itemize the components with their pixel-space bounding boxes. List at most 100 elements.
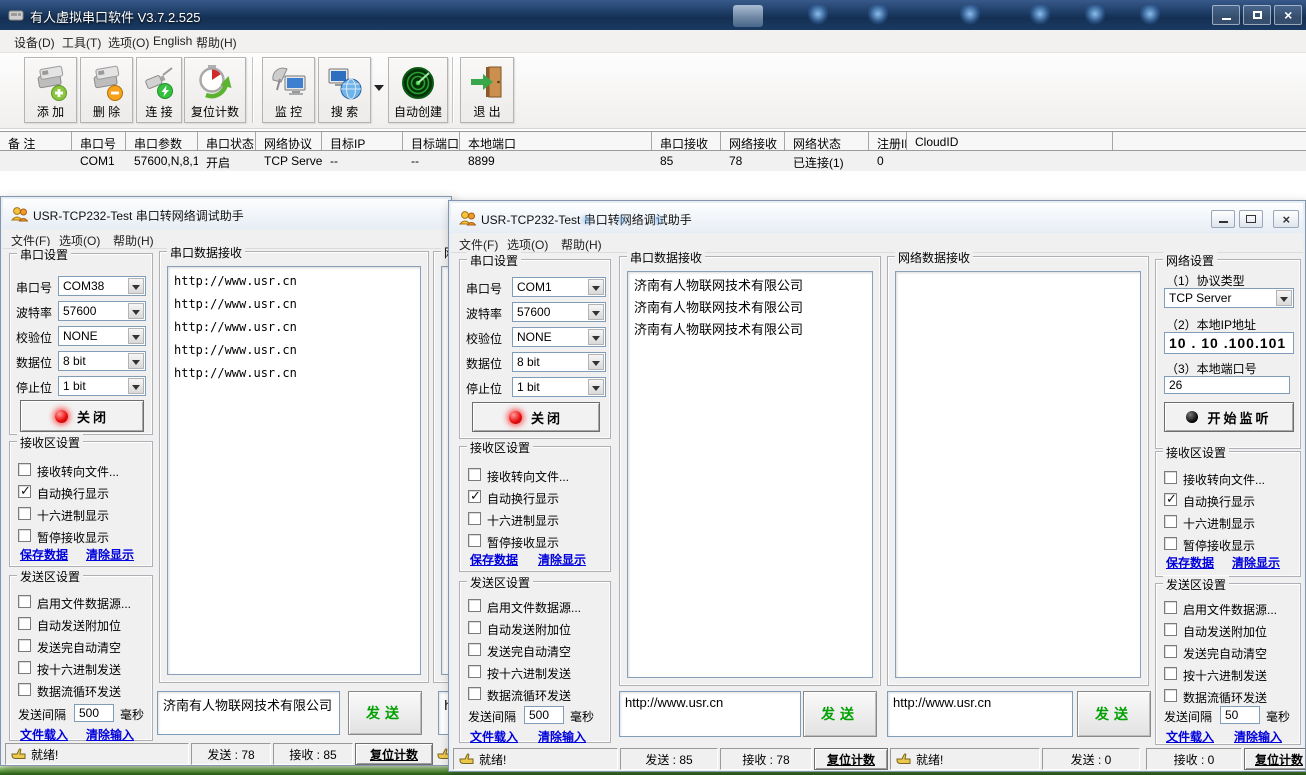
menu-options[interactable]: 选项(O)	[507, 236, 548, 253]
minimize-button[interactable]	[1211, 210, 1235, 228]
option-file-data-source[interactable]: 启用文件数据源...	[460, 598, 610, 614]
menu-options[interactable]: 选项(O)	[108, 34, 149, 51]
option-receive-to-file[interactable]: 接收转向文件...	[10, 462, 152, 478]
toolbar-search-button[interactable]: 搜 索	[318, 57, 371, 123]
serial-receive-area[interactable]: http://www.usr.cn http://www.usr.cn http…	[167, 266, 421, 675]
minimize-button[interactable]	[1212, 5, 1240, 25]
col-serial-rx[interactable]: 串口接收	[652, 132, 721, 150]
chevron-down-icon[interactable]	[128, 328, 144, 344]
toolbar-add-button[interactable]: 添 加	[24, 57, 77, 123]
com-port-select[interactable]: COM38	[58, 276, 146, 296]
chevron-down-icon[interactable]	[588, 329, 604, 345]
option-hex-display[interactable]: 十六进制显示	[460, 511, 610, 527]
toolbar-monitor-button[interactable]: 监 控	[262, 57, 315, 123]
parity-select[interactable]: NONE	[512, 327, 606, 347]
serial-send-input[interactable]: http://www.usr.cn	[619, 691, 801, 737]
chevron-down-icon[interactable]	[128, 303, 144, 319]
toolbar-reset-count-button[interactable]: 复位计数	[184, 57, 246, 123]
col-protocol[interactable]: 网络协议	[256, 132, 322, 150]
option-loop-send[interactable]: 数据流循环发送	[460, 686, 610, 702]
search-dropdown-arrow[interactable]	[374, 85, 384, 91]
close-button[interactable]: ×	[1273, 210, 1299, 228]
window-titlebar[interactable]: USR-TCP232-Test 串口转网络调试助手	[3, 199, 449, 229]
menu-help[interactable]: 帮助(H)	[561, 236, 602, 253]
send-interval-input[interactable]: 500	[524, 706, 564, 724]
clear-input-link[interactable]: 清除输入	[86, 726, 134, 743]
clear-input-link[interactable]: 清除输入	[538, 728, 586, 745]
chevron-down-icon[interactable]	[1276, 290, 1292, 306]
serial-send-input[interactable]: 济南有人物联网技术有限公司	[157, 691, 340, 735]
menu-tools[interactable]: 工具(T)	[62, 34, 101, 51]
start-listen-button[interactable]: 开始监听	[1164, 402, 1294, 432]
menu-help[interactable]: 帮助(H)	[196, 34, 237, 51]
load-file-link[interactable]: 文件载入	[20, 726, 68, 743]
restore-button[interactable]	[1239, 210, 1263, 228]
local-ip-input[interactable]: 10 . 10 .100.101	[1164, 332, 1294, 354]
col-params[interactable]: 串口参数	[126, 132, 198, 150]
app-titlebar[interactable]: 有人虚拟串口软件 V3.7.2.525 ×	[0, 0, 1306, 30]
serial-send-button[interactable]: 发送	[348, 691, 422, 735]
close-button[interactable]: ×	[1274, 5, 1302, 25]
option-auto-wrap[interactable]: 自动换行显示	[1156, 492, 1300, 508]
option-clear-after-send[interactable]: 发送完自动清空	[1156, 644, 1300, 660]
option-loop-send[interactable]: 数据流循环发送	[10, 682, 152, 698]
local-port-input[interactable]: 26	[1164, 376, 1290, 394]
reset-count-button[interactable]: 复位计数	[355, 743, 433, 765]
option-clear-after-send[interactable]: 发送完自动清空	[10, 638, 152, 654]
serial-receive-area[interactable]: 济南有人物联网技术有限公司 济南有人物联网技术有限公司 济南有人物联网技术有限公…	[627, 271, 873, 678]
option-send-as-hex[interactable]: 按十六进制发送	[10, 660, 152, 676]
menu-device[interactable]: 设备(D)	[14, 34, 55, 51]
option-auto-send-append[interactable]: 自动发送附加位	[10, 616, 152, 632]
protocol-type-select[interactable]: TCP Server	[1164, 288, 1294, 308]
chevron-down-icon[interactable]	[588, 354, 604, 370]
toolbar-exit-button[interactable]: 退 出	[460, 57, 514, 123]
send-interval-input[interactable]: 50	[1220, 706, 1260, 724]
baud-rate-select[interactable]: 57600	[512, 302, 606, 322]
menu-file[interactable]: 文件(F)	[459, 236, 498, 253]
option-receive-to-file[interactable]: 接收转向文件...	[1156, 470, 1300, 486]
col-target-port[interactable]: 目标端口	[403, 132, 460, 150]
clear-display-link[interactable]: 清除显示	[1232, 554, 1280, 571]
col-reg-id[interactable]: 注册ID	[869, 132, 907, 150]
com-port-select[interactable]: COM1	[512, 277, 606, 297]
col-remark[interactable]: 备 注	[0, 132, 72, 150]
send-interval-input[interactable]: 500	[74, 704, 114, 722]
stop-bits-select[interactable]: 1 bit	[512, 377, 606, 397]
parity-select[interactable]: NONE	[58, 326, 146, 346]
chevron-down-icon[interactable]	[128, 278, 144, 294]
option-auto-send-append[interactable]: 自动发送附加位	[460, 620, 610, 636]
option-receive-to-file[interactable]: 接收转向文件...	[460, 467, 610, 483]
load-file-link[interactable]: 文件载入	[470, 728, 518, 745]
option-auto-wrap[interactable]: 自动换行显示	[10, 484, 152, 500]
col-target-ip[interactable]: 目标IP	[322, 132, 403, 150]
reset-count-button-network[interactable]: 复位计数	[1244, 748, 1306, 770]
option-pause-display[interactable]: 暂停接收显示	[10, 528, 152, 544]
save-data-link[interactable]: 保存数据	[20, 546, 68, 563]
maximize-button[interactable]	[1243, 5, 1271, 25]
network-send-button[interactable]: 发送	[1077, 691, 1151, 737]
load-file-link[interactable]: 文件载入	[1166, 728, 1214, 745]
chevron-down-icon[interactable]	[588, 279, 604, 295]
chevron-down-icon[interactable]	[128, 353, 144, 369]
option-hex-display[interactable]: 十六进制显示	[1156, 514, 1300, 530]
option-pause-display[interactable]: 暂停接收显示	[460, 533, 610, 549]
col-state[interactable]: 串口状态	[198, 132, 256, 150]
reset-count-button-serial[interactable]: 复位计数	[814, 748, 888, 770]
col-cloud-id[interactable]: CloudID	[907, 132, 1113, 150]
clear-display-link[interactable]: 清除显示	[86, 546, 134, 563]
option-clear-after-send[interactable]: 发送完自动清空	[460, 642, 610, 658]
close-port-button[interactable]: 关闭	[472, 402, 600, 432]
network-send-input[interactable]: http://www.usr.cn	[887, 691, 1073, 737]
window-titlebar[interactable]: USR-TCP232-Test 串口转网络调试助手 ×	[451, 203, 1303, 233]
data-bits-select[interactable]: 8 bit	[512, 352, 606, 372]
option-loop-send[interactable]: 数据流循环发送	[1156, 688, 1300, 704]
menu-english[interactable]: English	[153, 34, 192, 48]
save-data-link[interactable]: 保存数据	[470, 551, 518, 568]
toolbar-connect-button[interactable]: 连 接	[136, 57, 182, 123]
chevron-down-icon[interactable]	[588, 379, 604, 395]
chevron-down-icon[interactable]	[128, 378, 144, 394]
save-data-link[interactable]: 保存数据	[1166, 554, 1214, 571]
table-row[interactable]: COM1 57600,N,8,1 开启 TCP Server -- -- 889…	[0, 151, 1306, 171]
data-bits-select[interactable]: 8 bit	[58, 351, 146, 371]
col-local-port[interactable]: 本地端口	[460, 132, 652, 150]
